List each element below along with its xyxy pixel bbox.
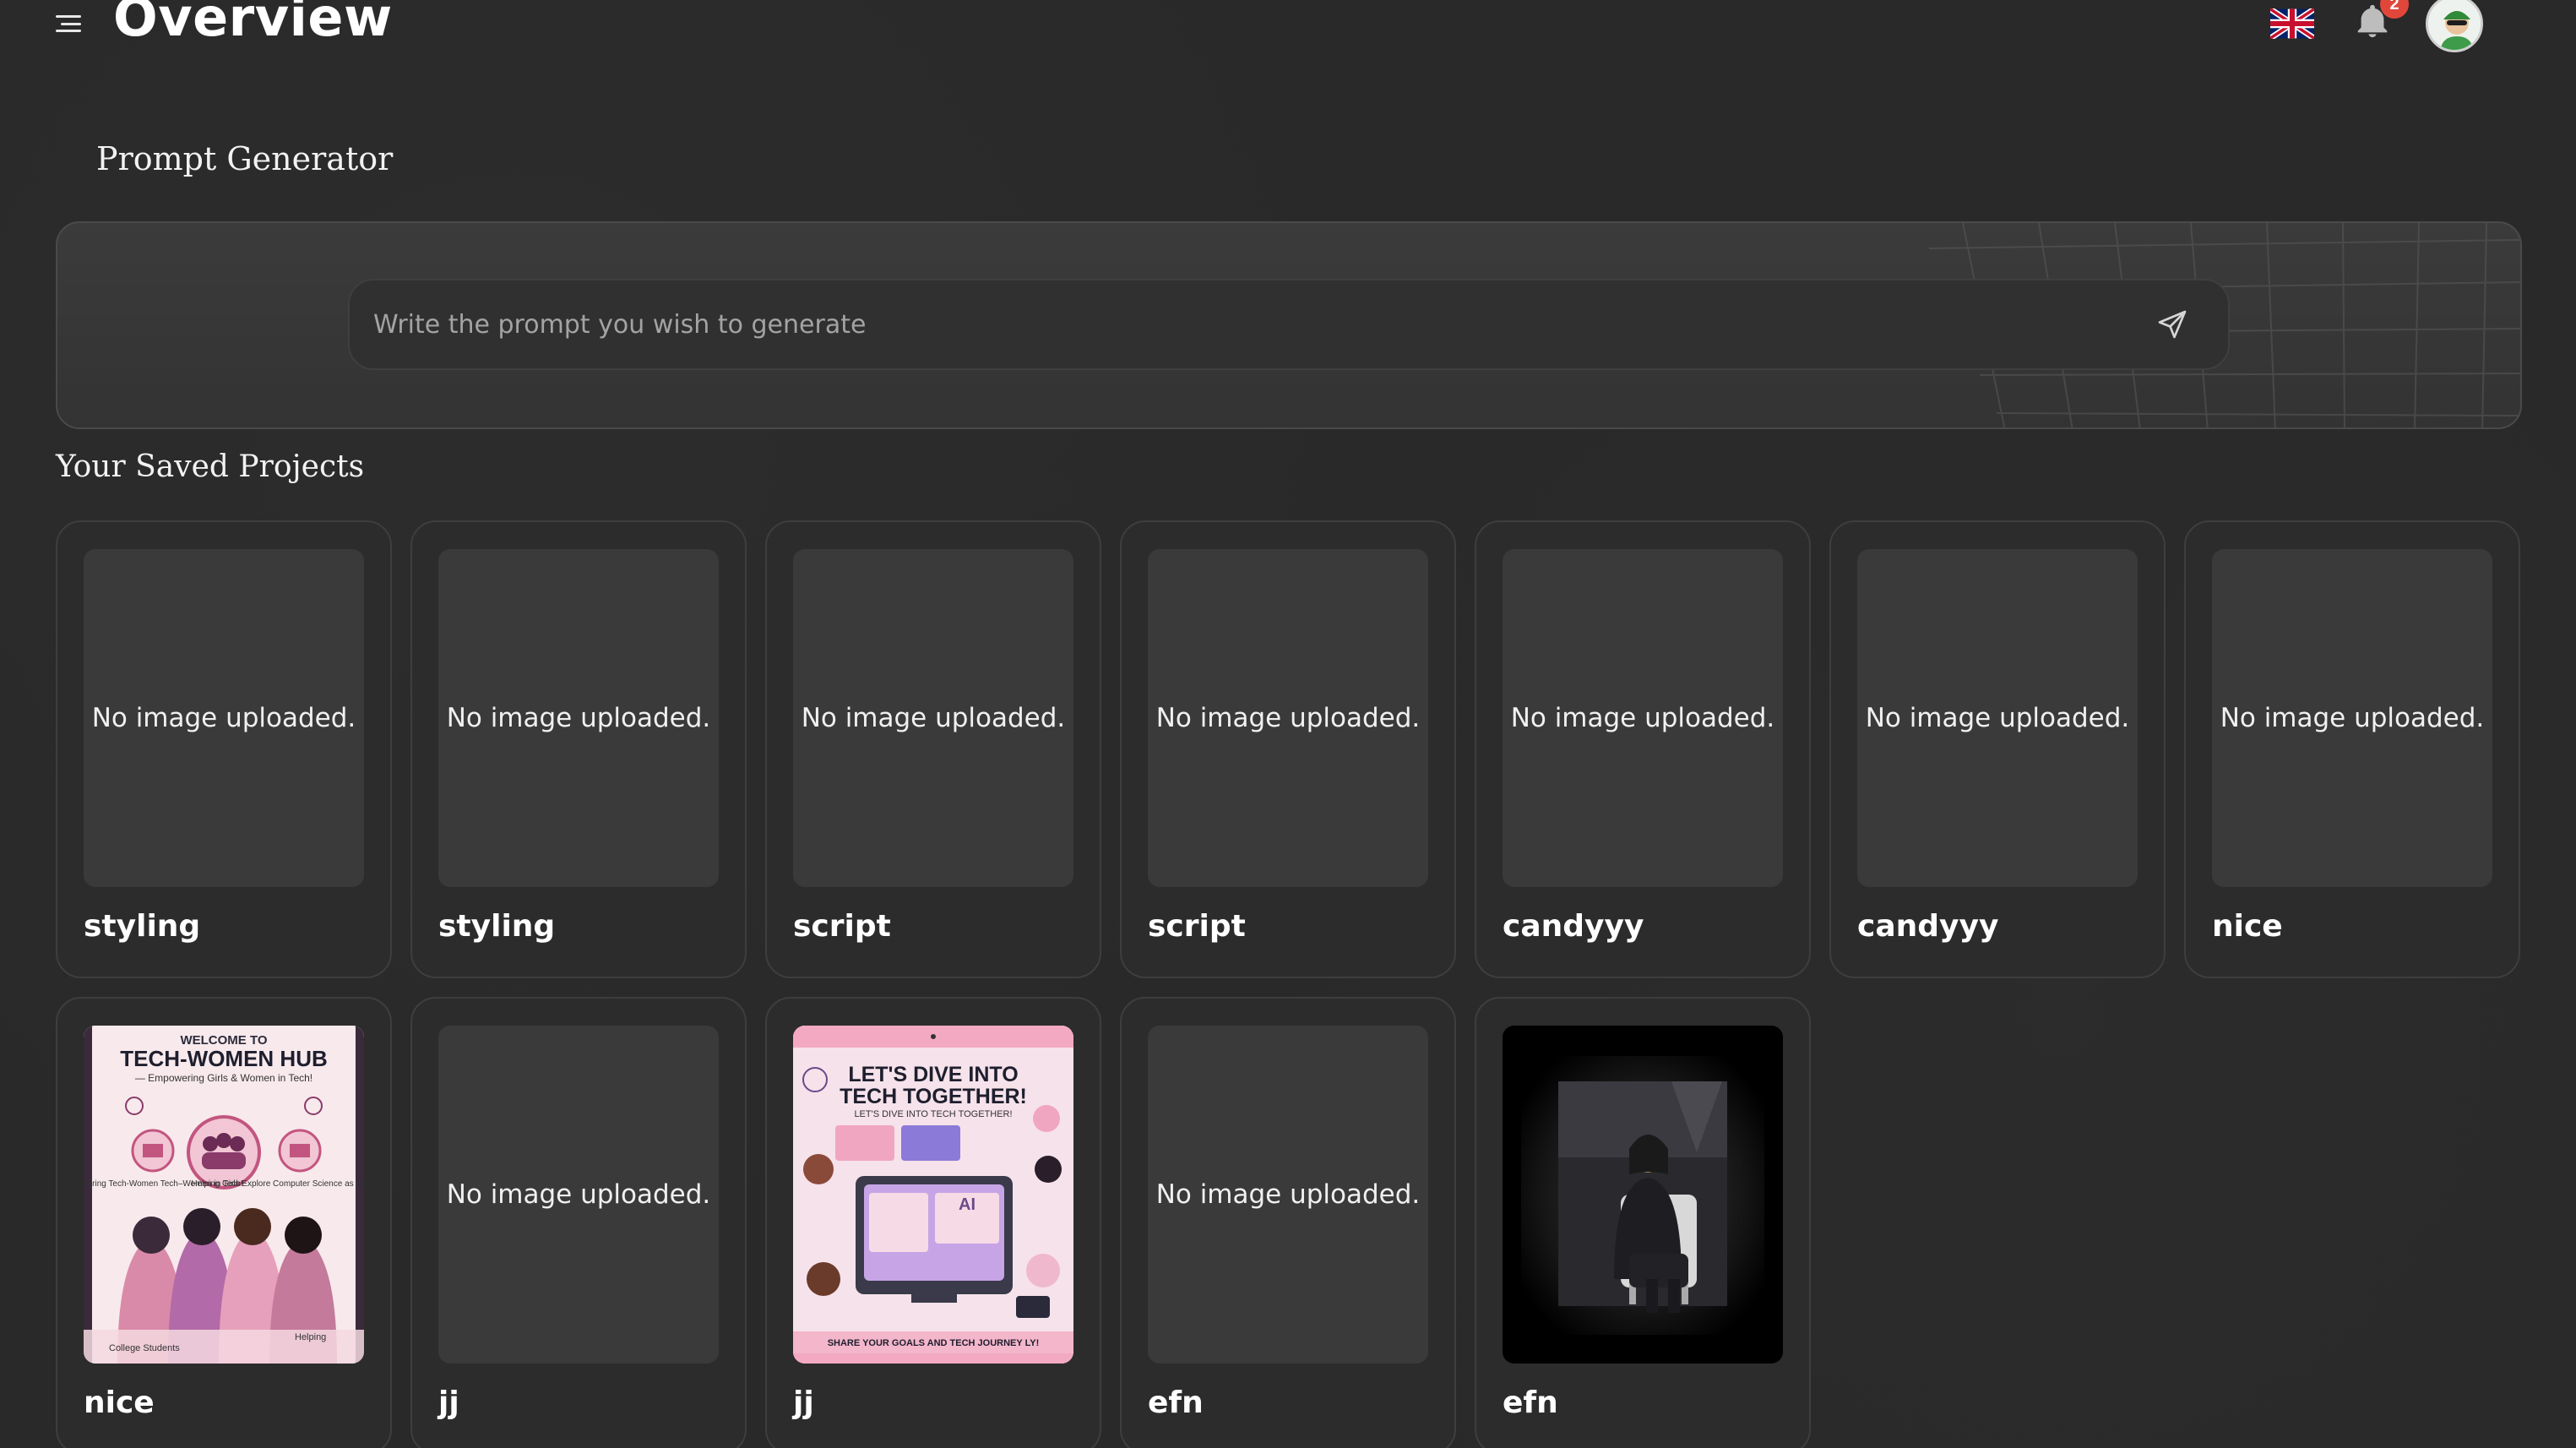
project-thumbnail: No image uploaded. — [2212, 549, 2492, 887]
svg-text:SHARE YOUR GOALS AND TECH JOUR: SHARE YOUR GOALS AND TECH JOURNEY LY! — [828, 1338, 1040, 1348]
svg-text:AI: AI — [959, 1195, 976, 1214]
project-thumbnail: No image uploaded. — [1148, 549, 1428, 887]
svg-text:TECH TOGETHER!: TECH TOGETHER! — [840, 1085, 1027, 1108]
project-name: nice — [84, 1385, 155, 1420]
project-card[interactable]: WELCOME TO TECH-WOMEN HUB — Empowering G… — [56, 997, 392, 1448]
project-thumbnail: No image uploaded. — [1503, 549, 1783, 887]
project-name: efn — [1503, 1385, 1558, 1420]
project-thumbnail: No image uploaded. — [438, 1026, 719, 1364]
project-thumbnail — [1503, 1026, 1783, 1364]
menu-line — [56, 15, 81, 18]
project-card[interactable]: No image uploaded. styling — [56, 520, 392, 978]
project-thumbnail: LET'S DIVE INTO TECH TOGETHER! LET'S DIV… — [793, 1026, 1073, 1364]
project-name: styling — [438, 909, 556, 944]
no-image-text: No image uploaded. — [1155, 1179, 1421, 1210]
project-card[interactable]: efn — [1475, 997, 1811, 1448]
project-name: efn — [1148, 1385, 1204, 1420]
prompt-input[interactable] — [373, 309, 2152, 340]
menu-icon[interactable] — [52, 12, 84, 35]
project-name: nice — [2212, 909, 2283, 944]
project-thumbnail: No image uploaded. — [438, 549, 719, 887]
project-card[interactable]: No image uploaded. script — [1120, 520, 1456, 978]
prompt-generator-heading: Prompt Generator — [96, 140, 394, 177]
no-image-text: No image uploaded. — [446, 703, 711, 733]
svg-text:— Empowering Girls & Women in: — Empowering Girls & Women in Tech! — [135, 1072, 312, 1084]
project-card[interactable]: No image uploaded. candyyy — [1829, 520, 2166, 978]
no-image-text: No image uploaded. — [1865, 703, 2130, 733]
no-image-text: No image uploaded. — [91, 703, 356, 733]
project-thumbnail: No image uploaded. — [1857, 549, 2138, 887]
project-thumbnail: No image uploaded. — [84, 549, 364, 887]
project-name: script — [793, 909, 891, 944]
project-name: styling — [84, 909, 201, 944]
no-image-text: No image uploaded. — [446, 1179, 711, 1210]
project-card[interactable]: No image uploaded. nice — [2184, 520, 2520, 978]
prompt-input-container — [348, 279, 2230, 370]
no-image-text: No image uploaded. — [2220, 703, 2485, 733]
portrait-photo — [1503, 1026, 1783, 1364]
svg-text:LET'S DIVE INTO TECH TOGETHER!: LET'S DIVE INTO TECH TOGETHER! — [854, 1109, 1012, 1119]
page-title: Overview — [113, 0, 393, 48]
avatar-image — [2428, 0, 2481, 50]
project-card[interactable]: No image uploaded. script — [765, 520, 1101, 978]
saved-projects-heading: Your Saved Projects — [56, 449, 365, 484]
avatar[interactable] — [2426, 0, 2483, 52]
uk-flag-icon[interactable] — [2270, 8, 2314, 39]
project-thumbnail: No image uploaded. — [1148, 1026, 1428, 1364]
project-card[interactable]: No image uploaded. candyyy — [1475, 520, 1811, 978]
no-image-text: No image uploaded. — [801, 703, 1066, 733]
project-name: jj — [438, 1385, 459, 1420]
project-card[interactable]: No image uploaded. efn — [1120, 997, 1456, 1448]
svg-text:College Students: College Students — [109, 1343, 180, 1353]
project-card[interactable]: LET'S DIVE INTO TECH TOGETHER! LET'S DIV… — [765, 997, 1101, 1448]
send-icon[interactable] — [2152, 304, 2193, 345]
project-name: candyyy — [1857, 909, 1999, 944]
project-name: script — [1148, 909, 1246, 944]
project-thumbnail: No image uploaded. — [793, 549, 1073, 887]
project-card[interactable]: No image uploaded. jj — [410, 997, 747, 1448]
menu-line — [61, 22, 81, 25]
project-name: jj — [793, 1385, 814, 1420]
svg-text:Helping: Helping — [295, 1332, 326, 1342]
project-thumbnail: WELCOME TO TECH-WOMEN HUB — Empowering G… — [84, 1026, 364, 1364]
no-image-text: No image uploaded. — [1510, 703, 1775, 733]
svg-text:Helping Girls Explore Computer: Helping Girls Explore Computer Science a… — [191, 1179, 364, 1189]
menu-line — [56, 30, 81, 32]
svg-text:LET'S DIVE INTO: LET'S DIVE INTO — [848, 1063, 1018, 1086]
dive-into-tech-poster: LET'S DIVE INTO TECH TOGETHER! LET'S DIV… — [793, 1026, 1073, 1364]
no-image-text: No image uploaded. — [1155, 703, 1421, 733]
tech-women-hub-poster: WELCOME TO TECH-WOMEN HUB — Empowering G… — [84, 1026, 364, 1364]
svg-text:TECH-WOMEN HUB: TECH-WOMEN HUB — [120, 1046, 328, 1071]
project-card[interactable]: No image uploaded. styling — [410, 520, 747, 978]
project-name: candyyy — [1503, 909, 1644, 944]
